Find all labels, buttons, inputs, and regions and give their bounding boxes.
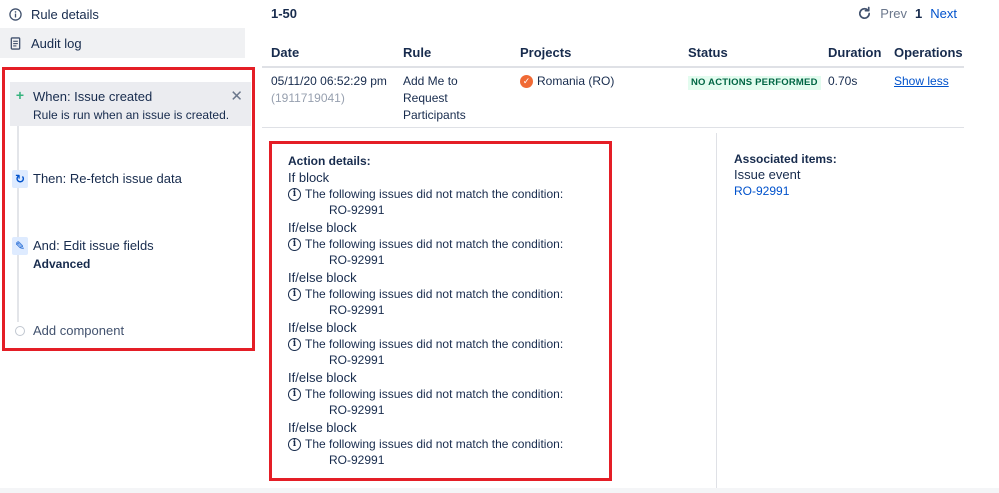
block-title: If block xyxy=(288,170,330,185)
refresh-icon: ↻ xyxy=(12,170,28,188)
block-message: i The following issues did not match the … xyxy=(288,436,608,452)
action-details-label: Action details: xyxy=(288,154,371,168)
row-date-key: (1911719041) xyxy=(271,91,345,105)
block-title: If/else block xyxy=(288,320,357,335)
block-title: If/else block xyxy=(288,420,357,435)
current-page: 1 xyxy=(915,6,923,21)
info-icon xyxy=(8,7,22,21)
pencil-icon: ✎ xyxy=(12,237,28,255)
condition-block: If/else block i The following issues did … xyxy=(288,219,608,269)
project-avatar-icon: ✓ xyxy=(520,75,533,88)
block-title: If/else block xyxy=(288,270,357,285)
sidebar: Rule details Audit log + When: Issue cre… xyxy=(0,0,260,493)
step-title: When: Issue created xyxy=(33,89,153,104)
step-description: Rule is run when an issue is created. xyxy=(33,108,230,122)
timeline-line xyxy=(17,92,19,322)
step-refetch-issue-data[interactable]: ↻ Then: Re-fetch issue data xyxy=(10,168,251,192)
info-icon: i xyxy=(288,437,301,451)
circle-icon xyxy=(12,322,28,340)
block-message-text: The following issues did not match the c… xyxy=(305,387,564,401)
refresh-icon[interactable] xyxy=(857,6,872,21)
block-message: i The following issues did not match the … xyxy=(288,186,608,202)
step-when-issue-created[interactable]: + When: Issue created Rule is run when a… xyxy=(10,82,251,126)
row-duration: 0.70s xyxy=(828,74,858,88)
block-issue-key: RO-92991 xyxy=(329,203,385,217)
block-issue-key: RO-92991 xyxy=(329,403,385,417)
block-title: If/else block xyxy=(288,220,357,235)
associated-items-label: Associated items: xyxy=(734,152,837,166)
associated-items: Associated items: Issue event RO-92991 xyxy=(734,152,837,199)
nav-audit-log-label: Audit log xyxy=(31,35,82,51)
block-message-text: The following issues did not match the c… xyxy=(305,237,564,251)
block-message: i The following issues did not match the … xyxy=(288,386,608,402)
condition-block: If/else block i The following issues did … xyxy=(288,419,608,469)
nav-audit-log[interactable]: Audit log xyxy=(0,28,245,58)
block-title: If/else block xyxy=(288,370,357,385)
info-icon: i xyxy=(288,287,301,301)
plus-icon: + xyxy=(15,87,25,103)
row-divider xyxy=(262,127,964,128)
row-date-value: 05/11/20 06:52:29 pm xyxy=(271,74,387,88)
prev-page-link[interactable]: Prev xyxy=(880,6,907,21)
next-page-link[interactable]: Next xyxy=(930,6,957,21)
info-icon: i xyxy=(288,237,301,251)
associated-issue-link[interactable]: RO-92991 xyxy=(734,183,837,199)
row-rule: Add Me to Request Participants xyxy=(403,74,466,122)
action-details: Action details: If block i The following … xyxy=(288,154,608,469)
rule-flow-highlight: + When: Issue created Rule is run when a… xyxy=(2,67,255,351)
block-issue-key: RO-92991 xyxy=(329,253,385,267)
column-header-date: Date xyxy=(271,45,300,60)
associated-item-type: Issue event xyxy=(734,167,801,182)
column-header-status: Status xyxy=(688,45,728,60)
row-project: ✓ Romania (RO) xyxy=(520,73,614,90)
block-message-text: The following issues did not match the c… xyxy=(305,287,564,301)
column-header-rule: Rule xyxy=(403,45,432,60)
step-edit-issue-fields[interactable]: ✎ And: Edit issue fields Advanced xyxy=(10,235,251,275)
info-icon: i xyxy=(288,187,301,201)
condition-block: If/else block i The following issues did … xyxy=(288,319,608,369)
block-message: i The following issues did not match the … xyxy=(288,336,608,352)
row-date: 05/11/20 06:52:29 pm (1911719041) xyxy=(271,73,391,107)
document-icon xyxy=(8,36,22,50)
add-component[interactable]: Add component xyxy=(10,319,251,341)
row-project-name: Romania (RO) xyxy=(537,74,615,88)
status-badge: NO ACTIONS PERFORMED xyxy=(688,76,821,90)
header-divider xyxy=(262,66,964,68)
block-message: i The following issues did not match the … xyxy=(288,286,608,302)
block-message-text: The following issues did not match the c… xyxy=(305,437,564,451)
step-title: And: Edit issue fields xyxy=(33,238,154,253)
details-divider xyxy=(716,133,717,488)
block-message: i The following issues did not match the … xyxy=(288,236,608,252)
bottom-strip xyxy=(0,488,999,493)
info-icon: i xyxy=(288,387,301,401)
step-subtitle: Advanced xyxy=(33,257,91,271)
nav-rule-details[interactable]: Rule details xyxy=(0,0,245,28)
condition-block: If/else block i The following issues did … xyxy=(288,269,608,319)
condition-block: If block i The following issues did not m… xyxy=(288,169,608,219)
action-details-highlight: Action details: If block i The following … xyxy=(269,141,612,481)
block-issue-key: RO-92991 xyxy=(329,353,385,367)
add-component-label: Add component xyxy=(33,323,125,338)
result-range: 1-50 xyxy=(271,6,298,21)
column-header-operations: Operations xyxy=(894,45,963,60)
column-header-duration: Duration xyxy=(828,45,882,60)
block-issue-key: RO-92991 xyxy=(329,303,385,317)
condition-block: If/else block i The following issues did … xyxy=(288,369,608,419)
close-icon[interactable]: ✕ xyxy=(230,87,243,105)
audit-log-main: 1-50 Prev 1 Next Date Rule Projects Stat… xyxy=(262,0,999,493)
info-icon: i xyxy=(288,337,301,351)
block-issue-key: RO-92991 xyxy=(329,453,385,467)
column-header-projects: Projects xyxy=(520,45,572,60)
nav-rule-details-label: Rule details xyxy=(31,6,99,22)
block-message-text: The following issues did not match the c… xyxy=(305,187,564,201)
pagination: Prev 1 Next xyxy=(857,6,957,21)
step-title: Then: Re-fetch issue data xyxy=(33,171,182,186)
block-message-text: The following issues did not match the c… xyxy=(305,337,564,351)
show-less-link[interactable]: Show less xyxy=(894,73,949,90)
